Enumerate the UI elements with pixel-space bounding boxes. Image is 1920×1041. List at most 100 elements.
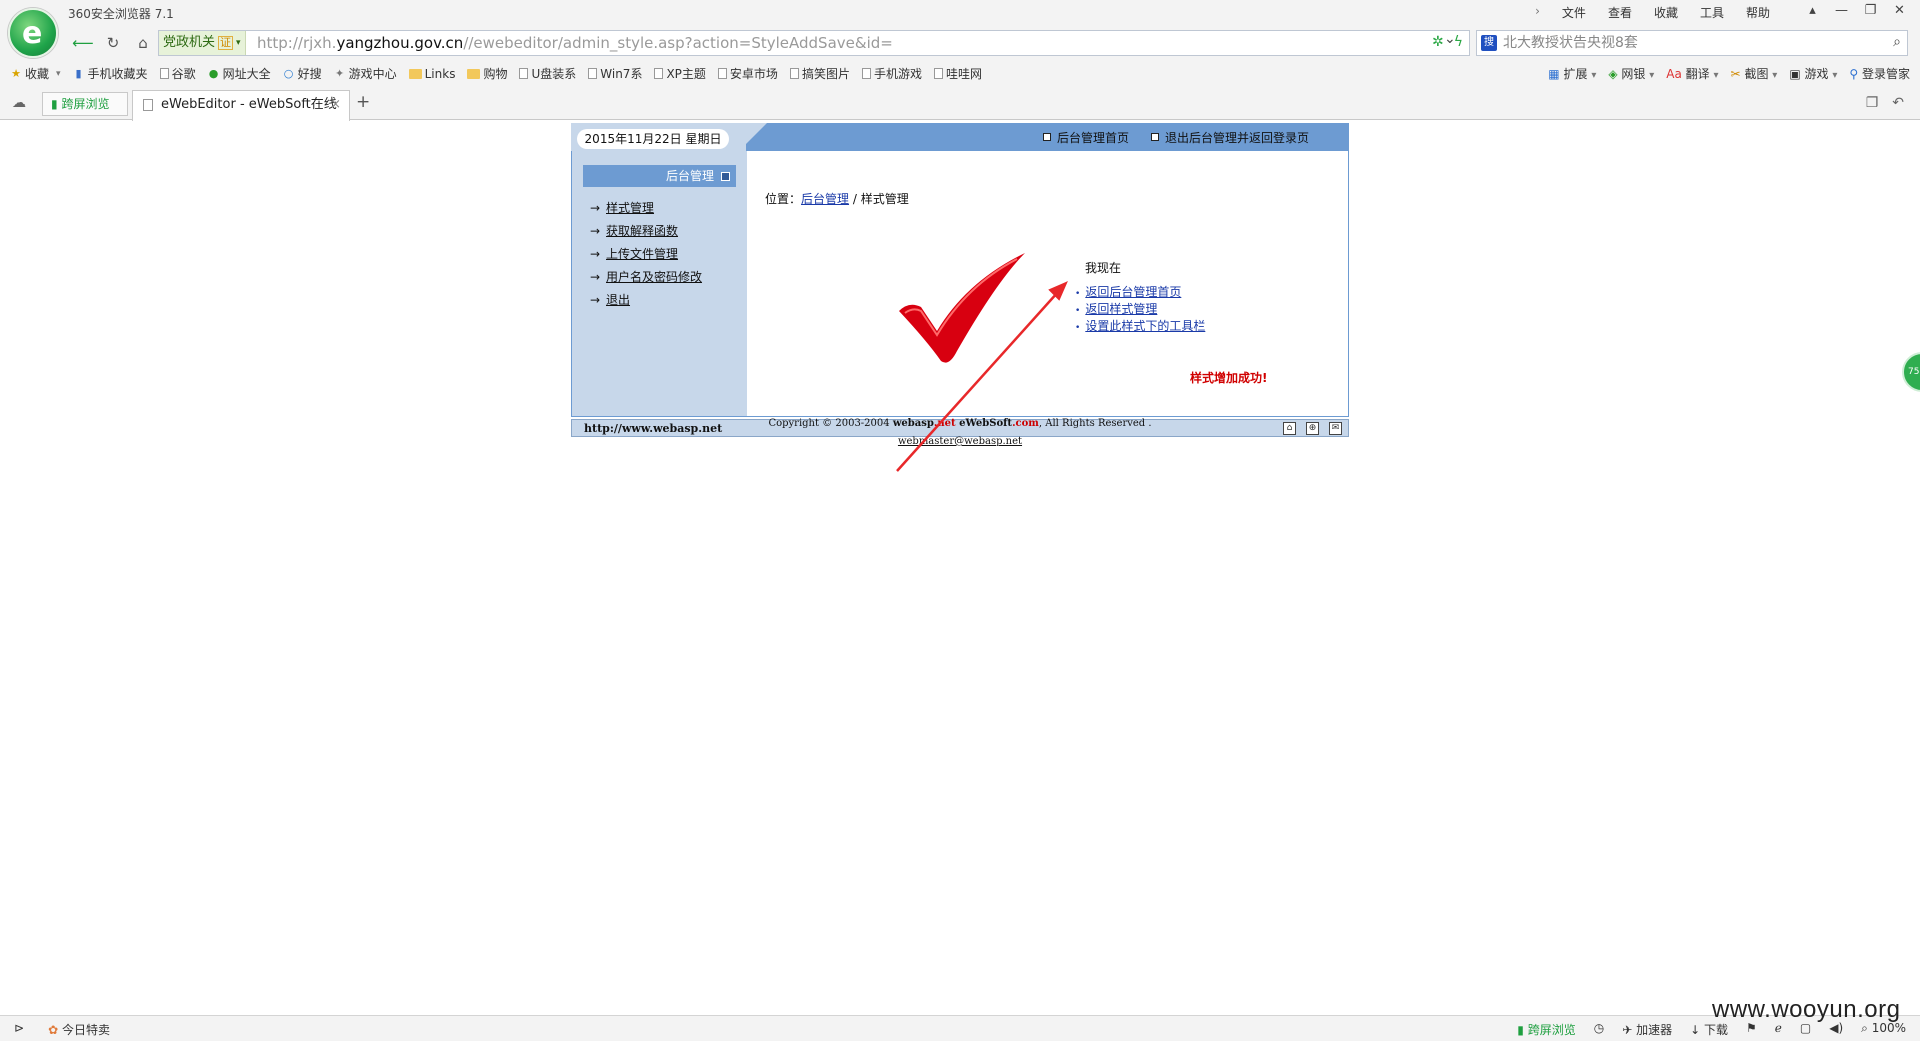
refresh-icon[interactable]: ↻ bbox=[100, 32, 126, 54]
arrow-right-icon: → bbox=[590, 201, 601, 215]
browser-logo-icon[interactable]: e bbox=[8, 8, 58, 58]
copyright: Copyright © 2003-2004 webasp.net eWebSof… bbox=[768, 418, 1152, 429]
history-icon[interactable]: ◷ bbox=[1594, 1021, 1604, 1038]
accelerator-button[interactable]: ✈ 加速器 bbox=[1622, 1021, 1672, 1038]
daily-deals[interactable]: ✿ 今日特卖 bbox=[48, 1021, 110, 1038]
bookmarks-bar: ★ 收藏 ▾ ▮ 手机收藏夹 谷歌 ● 网址大全 ○ 好搜 ✦ 游戏中心 Links 购物 … bbox=[0, 60, 1920, 86]
star-icon: ★ bbox=[11, 67, 21, 80]
success-message: 样式增加成功! bbox=[1190, 371, 1268, 385]
restore-tabs-icon[interactable]: ❐ bbox=[1866, 95, 1879, 111]
home-icon[interactable]: ⌂ bbox=[130, 32, 156, 54]
tab-cross-screen[interactable]: ▮ 跨屏浏览 bbox=[42, 92, 128, 116]
bookmark-item[interactable]: XP主题 bbox=[654, 65, 706, 82]
login-manager-button[interactable]: ⚲ 登录管家 bbox=[1849, 65, 1910, 82]
bookmark-item[interactable]: Links bbox=[408, 65, 455, 82]
tab-active[interactable]: eWebEditor - eWebSoft在线 × bbox=[132, 90, 350, 121]
cross-screen-button[interactable]: ▮ 跨屏浏览 bbox=[1517, 1021, 1575, 1038]
menu-favorites[interactable]: 收藏 bbox=[1654, 4, 1678, 21]
page-icon bbox=[789, 68, 799, 79]
url-host: yangzhou.gov.cn bbox=[336, 34, 464, 52]
search-icon[interactable]: ⌕ bbox=[1893, 34, 1901, 50]
link-back-admin-home[interactable]: 返回后台管理首页 bbox=[1085, 285, 1181, 299]
menu-help[interactable]: 帮助 bbox=[1746, 4, 1770, 21]
compat-mode-icon[interactable]: ✲ bbox=[1432, 34, 1444, 50]
sidebar-menu: → 样式管理 → 获取解释函数 → 上传文件管理 → 用户名及密码修改 → 退出 bbox=[590, 197, 702, 312]
chevron-right-icon[interactable]: › bbox=[1535, 4, 1540, 21]
url-text[interactable]: http://rjxh.yangzhou.gov.cn//ewebeditor/… bbox=[257, 31, 893, 55]
page-icon bbox=[159, 68, 169, 79]
menu-tools[interactable]: 工具 bbox=[1700, 4, 1724, 21]
sidebar-title: 后台管理 bbox=[583, 165, 736, 187]
new-tab-button[interactable]: + bbox=[356, 92, 370, 112]
url-dropdown-icon[interactable]: ⌄ bbox=[1444, 31, 1456, 47]
sidebar-item-logout: → 退出 bbox=[590, 289, 702, 312]
bookmark-item[interactable]: 搞笑图片 bbox=[789, 65, 850, 82]
page-icon bbox=[588, 68, 598, 79]
search-engine-icon[interactable]: 搜 bbox=[1481, 35, 1497, 51]
skin-icon[interactable]: ▴ bbox=[1798, 0, 1827, 20]
undo-close-icon[interactable]: ↶ bbox=[1892, 95, 1904, 111]
link-admin-home[interactable]: 后台管理首页 bbox=[1042, 129, 1129, 146]
bookmark-item[interactable]: 哇哇网 bbox=[933, 65, 982, 82]
bookmark-item[interactable]: 手机游戏 bbox=[861, 65, 922, 82]
bookmark-item[interactable]: ✦ 游戏中心 bbox=[334, 65, 397, 82]
sidebar-item-password: → 用户名及密码修改 bbox=[590, 266, 702, 289]
link-logout[interactable]: 退出后台管理并返回登录页 bbox=[1150, 129, 1309, 146]
back-arrow-icon[interactable]: ⟵ bbox=[70, 32, 96, 54]
search-input[interactable]: 搜 北大教授状告央视8套 ⌕ bbox=[1476, 30, 1908, 56]
phone-icon: ▮ bbox=[51, 97, 58, 111]
breadcrumb-link[interactable]: 后台管理 bbox=[801, 192, 849, 206]
top-menu: › 文件 查看 收藏 工具 帮助 bbox=[1535, 4, 1770, 21]
link-style-toolbar[interactable]: 设置此样式下的工具栏 bbox=[1085, 319, 1205, 333]
menu-view[interactable]: 查看 bbox=[1608, 4, 1632, 21]
square-bullet-icon bbox=[1042, 133, 1051, 141]
arrow-right-icon: → bbox=[590, 247, 601, 261]
admin-sidebar: 后台管理 → 样式管理 → 获取解释函数 → 上传文件管理 → 用户名及密码修改 → 退出 bbox=[572, 151, 747, 416]
bookmark-item[interactable]: ● 网址大全 bbox=[208, 65, 271, 82]
bookmark-item[interactable]: U盘装系 bbox=[519, 65, 576, 82]
restore-button[interactable]: ❐ bbox=[1856, 0, 1885, 20]
bookmark-item[interactable]: 安卓市场 bbox=[717, 65, 778, 82]
shield-icon: ◈ bbox=[1608, 67, 1618, 81]
sidebar-item-style-manage: → 样式管理 bbox=[590, 197, 702, 220]
translate-button[interactable]: Aa 翻译 ▾ bbox=[1666, 65, 1718, 82]
bank-button[interactable]: ◈ 网银 ▾ bbox=[1608, 65, 1654, 82]
page-icon bbox=[933, 68, 943, 79]
arrow-right-icon: → bbox=[590, 293, 601, 307]
zone-badge[interactable]: 党政机关 证 ▾ bbox=[159, 31, 246, 55]
collapse-icon[interactable] bbox=[721, 172, 730, 181]
checkmark-icon bbox=[899, 253, 1025, 363]
cloud-icon[interactable]: ☁ bbox=[12, 95, 26, 111]
bookmark-favorites[interactable]: ★ 收藏 ▾ bbox=[10, 65, 60, 82]
floating-widget[interactable]: 75 bbox=[1902, 352, 1920, 392]
close-tab-icon[interactable]: × bbox=[330, 91, 341, 119]
sidebar-toggle-icon[interactable]: ⊳ bbox=[14, 1021, 24, 1038]
webmaster-link[interactable]: webmaster@webasp.net bbox=[898, 436, 1022, 447]
link-back-style-manage[interactable]: 返回样式管理 bbox=[1085, 302, 1157, 316]
minimize-button[interactable]: — bbox=[1827, 0, 1856, 20]
url-field[interactable]: 党政机关 证 ▾ http://rjxh.yangzhou.gov.cn//ew… bbox=[158, 30, 1470, 56]
bookmark-item[interactable]: ▮ 手机收藏夹 bbox=[73, 65, 148, 82]
extensions-button[interactable]: ▦ 扩展 ▾ bbox=[1548, 65, 1596, 82]
admin-main: 位置：后台管理 / 样式管理 样式增加成功! bbox=[747, 151, 1349, 416]
certificate-icon: 证 bbox=[218, 36, 234, 50]
bookmark-item[interactable]: 谷歌 bbox=[159, 65, 196, 82]
game-icon: ▣ bbox=[1789, 67, 1801, 81]
bookmark-item[interactable]: 购物 bbox=[467, 65, 507, 82]
menu-file[interactable]: 文件 bbox=[1562, 4, 1586, 21]
list-item: 设置此样式下的工具栏 bbox=[1085, 319, 1205, 336]
admin-header: 2015年11月22日 星期日 后台管理首页 退出后台管理并返回登录页 bbox=[571, 123, 1349, 151]
games-button[interactable]: ▣ 游戏 ▾ bbox=[1789, 65, 1837, 82]
bookmark-item[interactable]: Win7系 bbox=[588, 65, 642, 82]
list-item: 返回后台管理首页 bbox=[1085, 285, 1205, 302]
header-slant bbox=[739, 123, 767, 151]
url-prefix: http://rjxh. bbox=[257, 34, 337, 52]
screenshot-button[interactable]: ✂ 截图 ▾ bbox=[1731, 65, 1778, 82]
page-icon bbox=[861, 68, 871, 79]
arrow-right-icon: → bbox=[590, 224, 601, 238]
page-icon bbox=[143, 99, 153, 111]
page-icon bbox=[519, 68, 529, 79]
bookmark-item[interactable]: ○ 好搜 bbox=[283, 65, 322, 82]
close-button[interactable]: ✕ bbox=[1885, 0, 1914, 20]
list-item: 返回样式管理 bbox=[1085, 302, 1205, 319]
